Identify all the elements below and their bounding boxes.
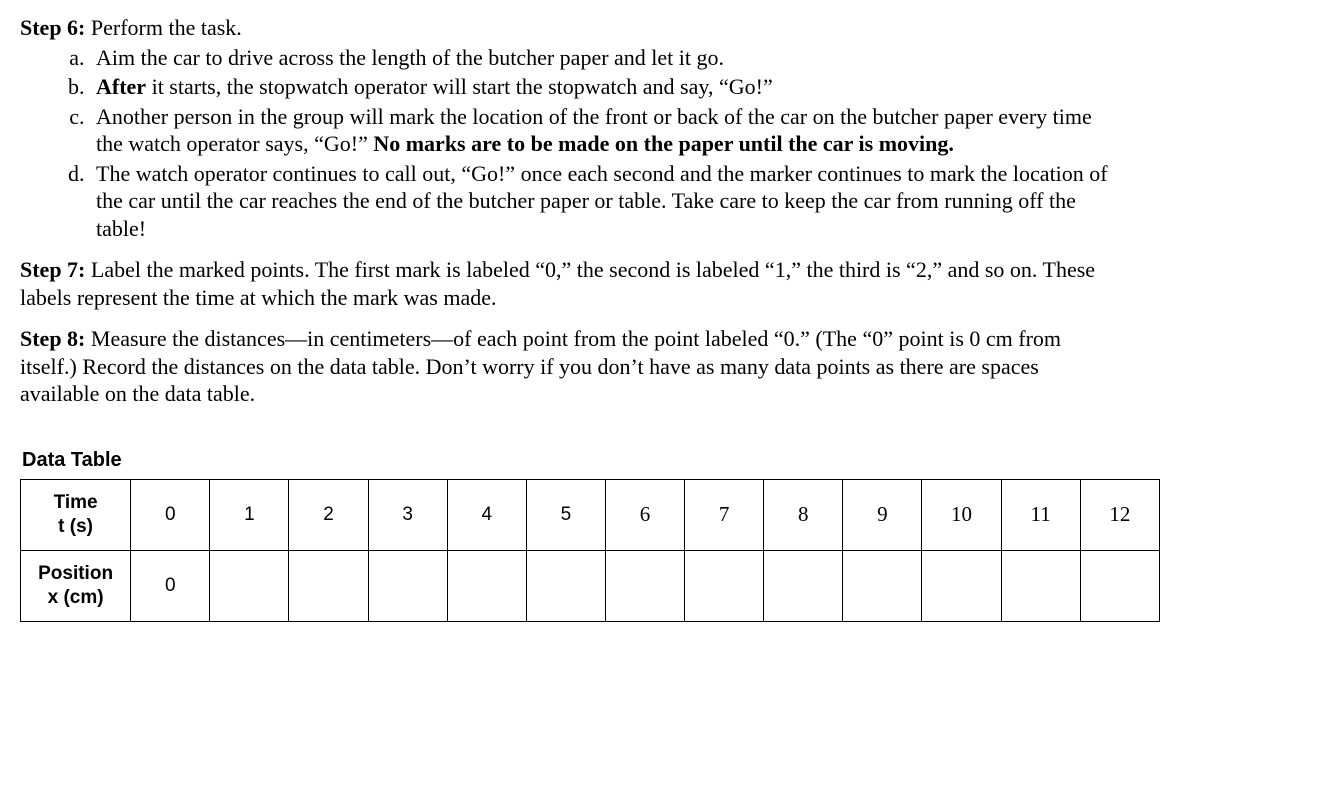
step-6-c-bold: No marks are to be made on the paper unt… — [373, 131, 954, 156]
position-header-line2: x (cm) — [48, 587, 104, 608]
step-6-substeps: Aim the car to drive across the length o… — [20, 44, 1120, 243]
step-6-label: Step 6: — [20, 15, 85, 40]
step-8-label: Step 8: — [20, 326, 85, 351]
time-cell: 3 — [368, 479, 447, 550]
time-header-line2: t (s) — [58, 516, 93, 537]
step-7-text: Label the marked points. The first mark … — [20, 257, 1095, 310]
position-cell — [289, 550, 368, 621]
position-cell — [526, 550, 605, 621]
position-cell — [764, 550, 843, 621]
step-7-label: Step 7: — [20, 257, 85, 282]
step-7: Step 7: Label the marked points. The fir… — [20, 256, 1120, 311]
time-row-header: Time t (s) — [21, 479, 131, 550]
position-row: Position x (cm) 0 — [21, 550, 1160, 621]
time-cell: 6 — [605, 479, 684, 550]
time-cell: 4 — [447, 479, 526, 550]
position-cell — [1080, 550, 1159, 621]
position-cell — [922, 550, 1001, 621]
step-6: Step 6: Perform the task. Aim the car to… — [20, 14, 1120, 242]
step-6-b-bold: After — [96, 74, 146, 99]
position-row-header: Position x (cm) — [21, 550, 131, 621]
time-cell: 7 — [685, 479, 764, 550]
time-cell: 10 — [922, 479, 1001, 550]
time-cell: 8 — [764, 479, 843, 550]
step-6-b-rest: it starts, the stopwatch operator will s… — [146, 74, 773, 99]
step-8: Step 8: Measure the distances—in centime… — [20, 325, 1120, 408]
time-cell: 5 — [526, 479, 605, 550]
position-cell: 0 — [131, 550, 210, 621]
position-cell — [368, 550, 447, 621]
position-header-line1: Position — [38, 563, 113, 584]
step-8-text: Measure the distances—in centimeters—of … — [20, 326, 1061, 406]
time-cell: 9 — [843, 479, 922, 550]
step-6-d: The watch operator continues to call out… — [90, 160, 1120, 243]
position-cell — [1001, 550, 1080, 621]
time-cell: 12 — [1080, 479, 1159, 550]
position-cell — [605, 550, 684, 621]
time-header-line1: Time — [54, 492, 98, 513]
time-cell: 1 — [210, 479, 289, 550]
step-6-a: Aim the car to drive across the length o… — [90, 44, 1120, 72]
time-cell: 0 — [131, 479, 210, 550]
step-6-title: Perform the task. — [85, 15, 241, 40]
step-6-b: After it starts, the stopwatch operator … — [90, 73, 1120, 101]
position-cell — [843, 550, 922, 621]
time-cell: 11 — [1001, 479, 1080, 550]
time-cell: 2 — [289, 479, 368, 550]
data-table: Time t (s) 0 1 2 3 4 5 6 7 8 9 10 11 12 … — [20, 479, 1160, 622]
step-6-c: Another person in the group will mark th… — [90, 103, 1120, 158]
data-table-title: Data Table — [22, 448, 1300, 473]
position-cell — [210, 550, 289, 621]
position-cell — [685, 550, 764, 621]
time-row: Time t (s) 0 1 2 3 4 5 6 7 8 9 10 11 12 — [21, 479, 1160, 550]
position-cell — [447, 550, 526, 621]
